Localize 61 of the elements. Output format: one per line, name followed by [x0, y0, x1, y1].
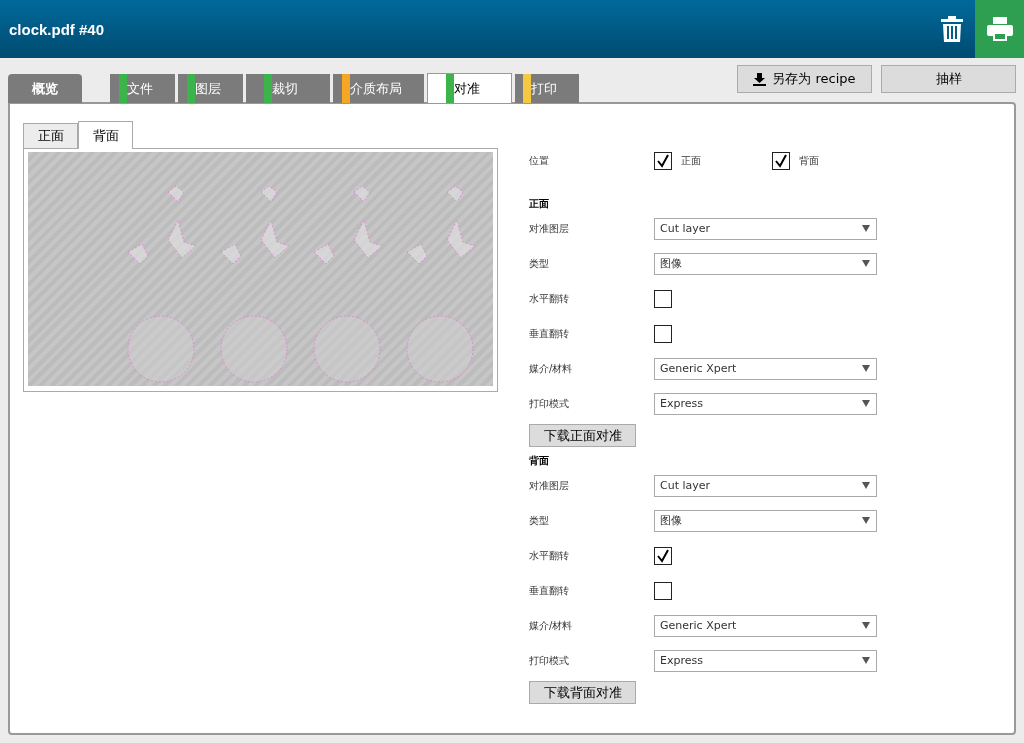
- dropdown[interactable]: Cut layer: [654, 217, 877, 240]
- checkbox[interactable]: [654, 581, 672, 600]
- dropdown-arrow-icon: [862, 365, 870, 372]
- checkbox[interactable]: [654, 152, 672, 170]
- tab[interactable]: 对准: [427, 73, 512, 103]
- field-label: 水平翻转: [529, 548, 570, 563]
- field-label: 垂直翻转: [529, 326, 570, 341]
- field-label: 类型: [529, 256, 550, 271]
- dropdown-arrow-icon: [862, 400, 870, 407]
- dropdown-arrow-icon: [862, 517, 870, 524]
- field-label: 类型: [529, 513, 550, 528]
- checkmark-icon: [773, 154, 788, 168]
- dropdown-arrow-icon: [862, 657, 870, 664]
- tab[interactable]: 图层: [178, 74, 243, 103]
- side-tab[interactable]: 背面: [78, 121, 133, 149]
- checkbox[interactable]: [654, 546, 672, 565]
- download-icon: [753, 72, 767, 86]
- field-label: 垂直翻转: [529, 583, 570, 598]
- save-recipe-button[interactable]: 另存为 recipe: [737, 65, 872, 93]
- checkbox[interactable]: [654, 289, 672, 308]
- dropdown[interactable]: Generic Xpert: [654, 357, 877, 380]
- field-label: 媒介/材料: [529, 361, 574, 376]
- sample-button[interactable]: 抽样: [881, 65, 1016, 93]
- dropdown[interactable]: 图像: [654, 509, 877, 532]
- download-button[interactable]: 下载背面对准: [529, 681, 636, 704]
- dropdown-arrow-icon: [862, 225, 870, 232]
- tab[interactable]: 裁切: [246, 74, 330, 103]
- tab[interactable]: 文件: [110, 74, 175, 103]
- checkmark-icon: [656, 154, 670, 168]
- dropdown[interactable]: Cut layer: [654, 474, 877, 497]
- dropdown[interactable]: Generic Xpert: [654, 614, 877, 637]
- print-button[interactable]: [975, 0, 1024, 58]
- trash-icon: [941, 16, 963, 42]
- checkmark-icon: [656, 548, 670, 563]
- field-label: 位置: [529, 154, 550, 168]
- dropdown[interactable]: 图像: [654, 252, 877, 275]
- download-button[interactable]: 下载正面对准: [529, 424, 636, 447]
- dropdown-arrow-icon: [862, 622, 870, 629]
- printer-icon: [986, 17, 1013, 41]
- field-label: 水平翻转: [529, 291, 570, 306]
- dropdown[interactable]: Express: [654, 392, 877, 415]
- side-tab[interactable]: 正面: [23, 123, 78, 148]
- field-label: 打印模式: [529, 396, 570, 411]
- section-heading: 背面: [529, 454, 550, 468]
- checkbox-label: 背面: [798, 154, 819, 168]
- field-label: 对准图层: [529, 478, 570, 493]
- section-heading: 正面: [529, 197, 550, 211]
- checkbox-label: 正面: [681, 154, 701, 168]
- dropdown-arrow-icon: [862, 260, 870, 267]
- field-label: 媒介/材料: [529, 618, 574, 633]
- checkbox[interactable]: [654, 324, 672, 343]
- field-label: 打印模式: [529, 653, 570, 668]
- tab[interactable]: 介质布局: [333, 74, 424, 103]
- tab[interactable]: 打印: [515, 74, 579, 103]
- delete-button[interactable]: [941, 16, 963, 42]
- field-label: 对准图层: [529, 221, 570, 236]
- tab[interactable]: 概览: [8, 74, 82, 103]
- checkbox[interactable]: [771, 152, 790, 170]
- dropdown-arrow-icon: [862, 482, 870, 489]
- window-title: clock.pdf #40: [9, 20, 105, 38]
- dropdown[interactable]: Express: [654, 649, 877, 672]
